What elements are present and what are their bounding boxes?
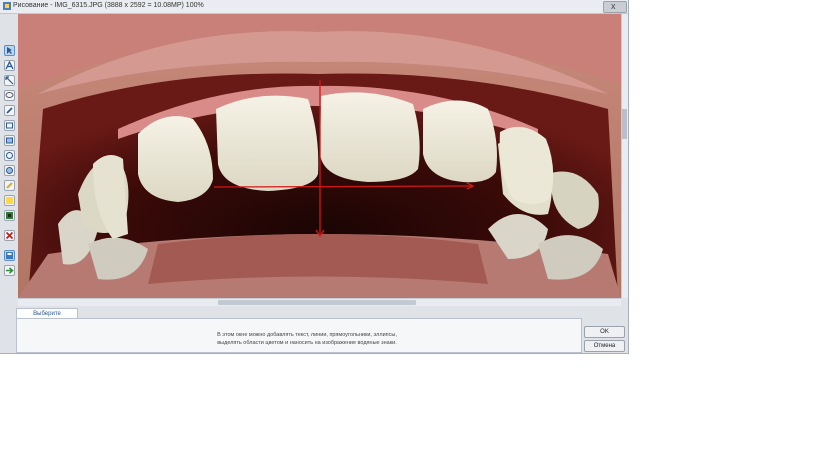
pen-icon xyxy=(6,107,13,114)
select-tool[interactable] xyxy=(4,45,15,56)
rectangle-icon xyxy=(6,122,13,129)
text-tool[interactable] xyxy=(4,60,15,71)
title-bar: Рисование - IMG_6315.JPG (3888 x 2592 = … xyxy=(0,0,628,14)
watermark-icon xyxy=(6,212,13,219)
color-swatch-icon xyxy=(6,197,13,204)
vertical-scroll-thumb[interactable] xyxy=(622,109,627,139)
ellipse-icon xyxy=(6,152,13,159)
delete-tool[interactable] xyxy=(4,230,15,241)
highlighter-icon xyxy=(6,182,13,189)
red-x-icon xyxy=(5,231,14,240)
green-arrow-icon xyxy=(6,267,14,274)
cancel-button[interactable]: Отмена xyxy=(584,340,625,352)
filled-ellipse-tool[interactable] xyxy=(4,165,15,176)
arrow-tool[interactable] xyxy=(4,75,15,86)
save-tool[interactable] xyxy=(4,250,15,261)
filled-rectangle-icon xyxy=(6,137,13,144)
save-icon xyxy=(6,252,13,259)
app-icon xyxy=(3,2,11,10)
pen-tool[interactable] xyxy=(4,105,15,116)
apply-tool[interactable] xyxy=(4,265,15,276)
horizontal-scroll-thumb[interactable] xyxy=(218,300,416,305)
lasso-icon xyxy=(5,92,14,98)
tool-palette xyxy=(0,14,18,353)
watermark-tool[interactable] xyxy=(4,210,15,221)
tool-hint-text: В этом окне можно добавлять текст, линии… xyxy=(217,332,397,346)
cursor-icon xyxy=(7,47,12,54)
drawing-window: Рисование - IMG_6315.JPG (3888 x 2592 = … xyxy=(0,0,629,354)
horizontal-scrollbar[interactable] xyxy=(18,298,621,306)
highlighter-tool[interactable] xyxy=(4,180,15,191)
filled-rectangle-tool[interactable] xyxy=(4,135,15,146)
filled-ellipse-icon xyxy=(6,167,13,174)
dental-photo-canvas[interactable] xyxy=(18,14,621,298)
vertical-scrollbar[interactable] xyxy=(621,14,628,298)
color-tool[interactable] xyxy=(4,195,15,206)
close-button[interactable]: x xyxy=(603,1,627,13)
rectangle-tool[interactable] xyxy=(4,120,15,131)
window-title: Рисование - IMG_6315.JPG (3888 x 2592 = … xyxy=(13,2,204,9)
tool-hint-panel: В этом окне можно добавлять текст, линии… xyxy=(16,318,582,353)
text-a-icon xyxy=(5,61,14,70)
ellipse-tool[interactable] xyxy=(4,150,15,161)
lasso-tool[interactable] xyxy=(4,90,15,101)
ok-button[interactable]: OK xyxy=(584,326,625,338)
close-icon: x xyxy=(611,1,616,11)
arrow-icon xyxy=(5,76,14,85)
